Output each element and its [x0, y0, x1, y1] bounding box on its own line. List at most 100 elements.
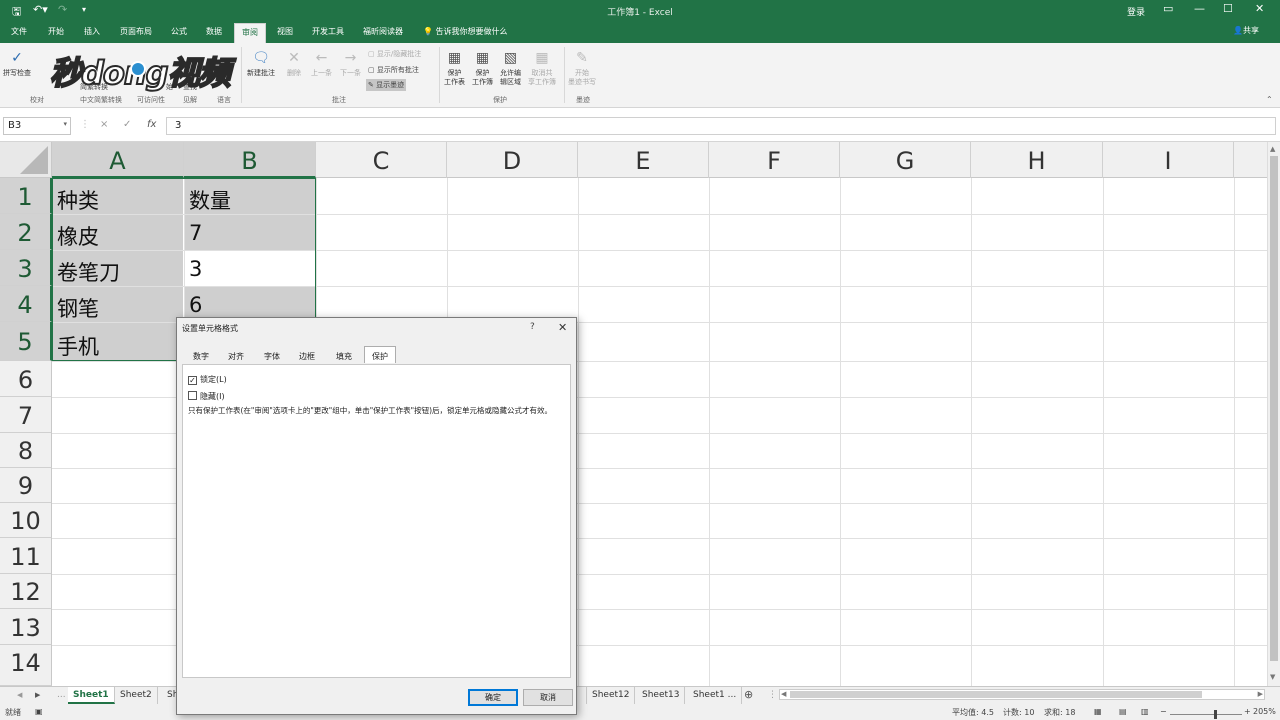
- ok-button[interactable]: 确定: [468, 689, 518, 706]
- cancel-icon[interactable]: ×: [100, 119, 108, 130]
- tab-view[interactable]: 视图: [277, 26, 293, 37]
- zoom-slider-knob[interactable]: [1214, 710, 1217, 719]
- column-header-c[interactable]: C: [316, 142, 447, 178]
- sheet-tab-sheet12[interactable]: Sheet12: [586, 687, 636, 704]
- scroll-right-icon[interactable]: ▶: [1258, 690, 1263, 698]
- login-link[interactable]: 登录: [1127, 5, 1145, 18]
- zoom-in-icon[interactable]: +: [1244, 707, 1251, 716]
- row-header-4[interactable]: 4: [0, 286, 52, 322]
- insert-function-icon[interactable]: fx: [147, 119, 156, 130]
- sheet-tab-sheet13[interactable]: Sheet13: [637, 687, 686, 704]
- zoom-level[interactable]: 205%: [1253, 707, 1276, 716]
- spell-check-button[interactable]: ✓ 拼写检查: [3, 48, 31, 78]
- delete-comment-button[interactable]: ✕ 删除: [284, 48, 304, 78]
- select-all-button[interactable]: [0, 142, 52, 178]
- tab-file[interactable]: 文件: [11, 26, 27, 37]
- column-header-b[interactable]: B: [184, 142, 316, 178]
- prev-sheet-icon[interactable]: ◀: [17, 691, 22, 699]
- start-inking-button[interactable]: ✎ 开始 墨迹书写: [568, 48, 596, 87]
- row-header-11[interactable]: 11: [0, 538, 52, 574]
- row-header-9[interactable]: 9: [0, 468, 52, 503]
- share-button[interactable]: 👤共享: [1233, 25, 1259, 36]
- row-header-5[interactable]: 5: [0, 322, 52, 361]
- dialog-tab-alignment[interactable]: 对齐: [226, 348, 246, 364]
- row-header-13[interactable]: 13: [0, 609, 52, 645]
- row-header-10[interactable]: 10: [0, 503, 52, 538]
- maximize-icon[interactable]: ☐: [1223, 2, 1233, 15]
- next-sheet-icon[interactable]: ▶: [35, 691, 40, 699]
- page-break-view-icon[interactable]: ▥: [1141, 707, 1149, 716]
- ribbon-display-icon[interactable]: ▭: [1163, 2, 1173, 15]
- tell-me-search[interactable]: 💡 告诉我你想要做什么: [423, 26, 508, 37]
- scroll-left-icon[interactable]: ◀: [781, 690, 786, 698]
- column-header-d[interactable]: D: [447, 142, 578, 178]
- next-comment-button[interactable]: → 下一条: [340, 48, 361, 78]
- row-header-8[interactable]: 8: [0, 433, 52, 468]
- tab-page-layout[interactable]: 页面布局: [120, 26, 152, 37]
- help-icon[interactable]: ?: [530, 322, 535, 332]
- scroll-down-icon[interactable]: ▼: [1270, 673, 1275, 681]
- vertical-scrollbar[interactable]: ▲ ▼: [1267, 142, 1280, 686]
- ribbon-separator: [439, 47, 440, 103]
- minimize-icon[interactable]: —: [1194, 2, 1205, 15]
- scroll-up-icon[interactable]: ▲: [1270, 145, 1275, 153]
- tab-review[interactable]: 审阅: [234, 23, 266, 43]
- dialog-tab-protection[interactable]: 保护: [364, 346, 396, 363]
- locked-checkbox[interactable]: ✓ 锁定(L): [188, 374, 227, 385]
- column-header-e[interactable]: E: [578, 142, 709, 178]
- tab-formulas[interactable]: 公式: [171, 26, 187, 37]
- tab-data[interactable]: 数据: [206, 26, 222, 37]
- unshare-workbook-button[interactable]: ▦ 取消共 享工作簿: [528, 48, 556, 87]
- dialog-tab-border[interactable]: 边框: [297, 348, 317, 364]
- protect-sheet-button[interactable]: ▦ 保护 工作表: [444, 48, 465, 87]
- column-header-g[interactable]: G: [840, 142, 971, 178]
- protect-workbook-button[interactable]: ▦ 保护 工作簿: [472, 48, 493, 87]
- formula-input[interactable]: 3: [166, 117, 1276, 135]
- sheet-tab-overflow-right[interactable]: Sheet1 ...: [688, 687, 743, 704]
- horizontal-scroll-thumb[interactable]: [790, 691, 1202, 698]
- column-header-f[interactable]: F: [709, 142, 840, 178]
- collapse-ribbon-icon[interactable]: ⌃: [1266, 95, 1273, 104]
- show-hide-comment-button[interactable]: ▢ 显示/隐藏批注: [368, 49, 421, 59]
- row-header-1[interactable]: 1: [0, 178, 52, 214]
- tab-split-handle[interactable]: ⋮: [768, 690, 777, 700]
- previous-comment-button[interactable]: ← 上一条: [311, 48, 332, 78]
- row-header-6[interactable]: 6: [0, 361, 52, 397]
- show-all-comments-button[interactable]: ▢ 显示所有批注: [368, 65, 419, 75]
- chevron-down-icon[interactable]: ▾: [63, 120, 67, 128]
- column-header-a[interactable]: A: [52, 142, 184, 178]
- dialog-close-icon[interactable]: ✕: [558, 321, 567, 334]
- page-layout-view-icon[interactable]: ▤: [1119, 707, 1127, 716]
- tab-insert[interactable]: 插入: [84, 26, 100, 37]
- cancel-button[interactable]: 取消: [523, 689, 573, 706]
- sheet-tab-sheet1[interactable]: Sheet1: [68, 687, 115, 704]
- normal-view-icon[interactable]: ▦: [1094, 707, 1102, 716]
- dialog-tab-number[interactable]: 数字: [191, 348, 211, 364]
- row-header-3[interactable]: 3: [0, 250, 52, 286]
- macro-record-icon[interactable]: ▣: [35, 707, 43, 716]
- show-ink-button[interactable]: ✎ 显示墨迹: [366, 79, 407, 91]
- tab-foxit-reader[interactable]: 福昕阅读器: [363, 26, 403, 37]
- dialog-tab-font[interactable]: 字体: [262, 348, 282, 364]
- allow-edit-ranges-button[interactable]: ▧ 允许编 辑区域: [500, 48, 521, 87]
- tab-developer[interactable]: 开发工具: [312, 26, 344, 37]
- tab-home[interactable]: 开始: [48, 26, 64, 37]
- row-header-7[interactable]: 7: [0, 397, 52, 433]
- row-header-2[interactable]: 2: [0, 214, 52, 250]
- hidden-checkbox[interactable]: 隐藏(I): [188, 391, 225, 402]
- close-icon[interactable]: ✕: [1255, 2, 1264, 15]
- dialog-tab-fill[interactable]: 填充: [334, 348, 354, 364]
- new-comment-button[interactable]: 🗨 新建批注: [247, 48, 275, 78]
- horizontal-scrollbar[interactable]: ◀ ▶: [779, 689, 1265, 700]
- name-box[interactable]: B3 ▾: [3, 117, 71, 135]
- column-header-h[interactable]: H: [971, 142, 1103, 178]
- zoom-out-icon[interactable]: −: [1160, 707, 1167, 716]
- zoom-slider[interactable]: [1170, 714, 1242, 715]
- enter-icon[interactable]: ✓: [123, 119, 131, 130]
- vertical-scroll-thumb[interactable]: [1270, 156, 1278, 661]
- column-header-i[interactable]: I: [1103, 142, 1234, 178]
- add-sheet-button[interactable]: ⊕: [744, 688, 753, 701]
- row-header-12[interactable]: 12: [0, 574, 52, 609]
- row-header-14[interactable]: 14: [0, 645, 52, 686]
- sheet-tab-sheet2[interactable]: Sheet2: [115, 687, 158, 704]
